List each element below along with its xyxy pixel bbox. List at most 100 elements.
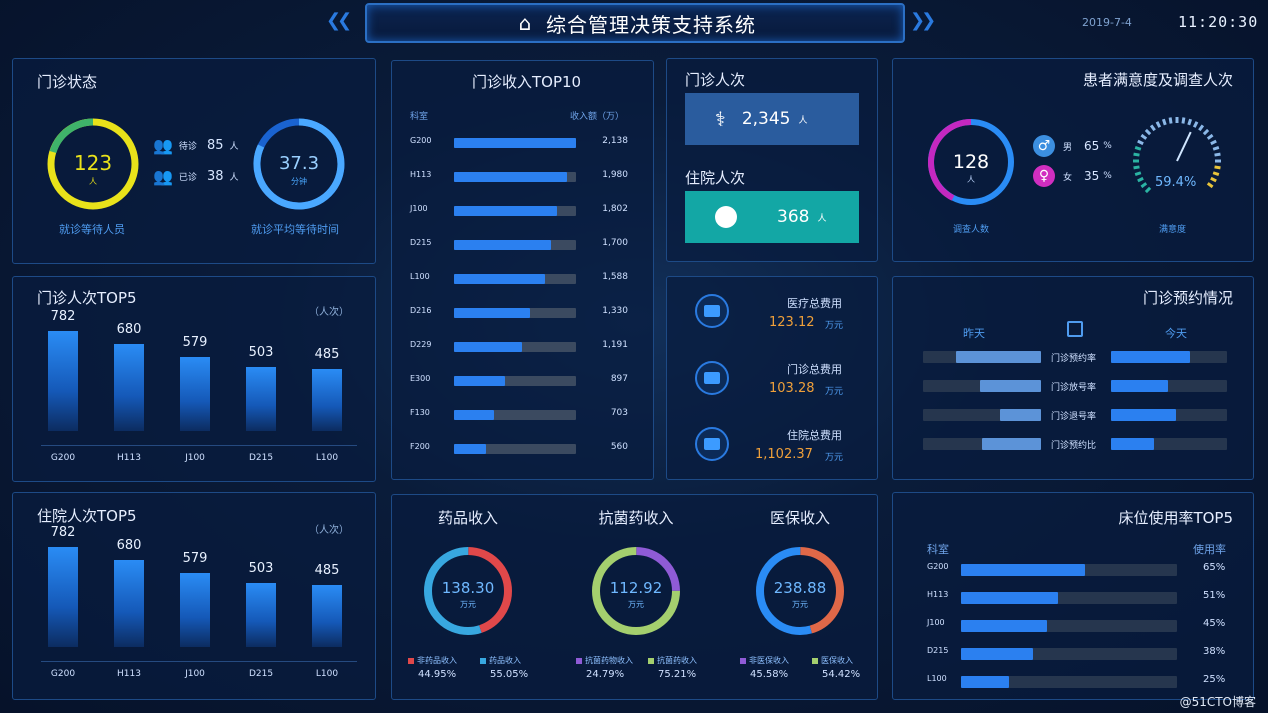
row-value-label: 51% — [1203, 590, 1226, 601]
waiting-label: 就诊等待人员 — [59, 223, 125, 236]
legend-item: 抗菌药收入 — [648, 655, 697, 666]
appt-row-label: 门诊放号率 — [1051, 383, 1097, 393]
bar-value-label: 503 — [248, 344, 274, 360]
avg-wait-ring: 37.3 分钟 — [253, 118, 345, 210]
female-unit: % — [1103, 171, 1112, 181]
bar-category-label: L100 — [315, 453, 339, 463]
bar-track — [454, 240, 576, 250]
waiting-row-unit: 人 — [229, 142, 239, 152]
gauge-tick — [1168, 117, 1173, 124]
bar — [48, 330, 78, 431]
bar — [454, 410, 495, 420]
gauge-tick — [1198, 124, 1205, 132]
bar-track — [961, 564, 1177, 576]
legend-pct: 24.79% — [586, 669, 625, 680]
cost-unit: 万元 — [825, 453, 844, 463]
gauge-tick — [1137, 176, 1144, 183]
cost-unit: 万元 — [825, 321, 844, 331]
row-value-label: 45% — [1203, 618, 1226, 629]
bar — [961, 564, 1085, 576]
revenue-top10-chart: G200 2,138 H113 1,980 J100 1,802 D215 1,700 L100… — [392, 61, 655, 481]
bar — [454, 274, 545, 284]
bar-category-label: D215 — [248, 669, 274, 679]
bar-value-label: 579 — [182, 334, 208, 350]
row-value-label: 25% — [1203, 674, 1226, 685]
gauge-tick — [1202, 128, 1210, 136]
legend-swatch — [576, 657, 582, 664]
gauge-tick — [1133, 152, 1140, 157]
gauge-tick — [1134, 171, 1142, 177]
bar — [246, 366, 276, 431]
home-icon[interactable]: ⌂ — [514, 12, 536, 34]
appointments-chart: 门诊预约率 门诊放号率 门诊退号率 门诊预约比 — [893, 277, 1255, 481]
bar-value-label: 680 — [116, 537, 142, 553]
panel-title: 门诊人次 — [685, 71, 746, 89]
legend-swatch — [812, 657, 818, 664]
row-category-label: D229 — [410, 340, 432, 349]
legend-swatch — [480, 657, 486, 664]
legend-name: 抗菌药物收入 — [585, 656, 633, 665]
gauge-tick — [1181, 117, 1186, 124]
row-value-label: 65% — [1203, 562, 1226, 573]
bar-value-label: 782 — [50, 524, 76, 540]
row-category-label: L100 — [927, 674, 947, 683]
row-category-label: H113 — [410, 170, 432, 179]
gauge-tick — [1155, 121, 1162, 128]
gauge-tick — [1206, 182, 1214, 189]
bar-category-label: D215 — [248, 453, 274, 463]
done-row-value: 38 — [206, 169, 224, 184]
donut-title: 医保收入 — [769, 509, 830, 527]
bar-track — [961, 648, 1177, 660]
row-category-label: L100 — [410, 272, 430, 281]
bar — [454, 376, 506, 386]
clock: 11:20:30 — [1178, 13, 1259, 31]
legend-pct: 54.42% — [822, 669, 861, 680]
legend-pct: 45.58% — [750, 669, 789, 680]
people-icon: 👥 — [153, 136, 173, 155]
bar-track — [454, 172, 576, 182]
header: ❮❮ ⌂ 综合管理决策支持系统 ❯❯ 2019-7-4 11:20:30 — [0, 0, 1268, 48]
gauge-tick — [1133, 165, 1140, 170]
appt-row-label: 门诊退号率 — [1051, 412, 1097, 422]
female-row: ♀ 女 35 % — [1033, 165, 1112, 187]
yesterday-track — [923, 438, 1041, 450]
legend-item: 非药品收入 — [408, 655, 457, 666]
bar-track — [454, 138, 576, 148]
bar-track — [454, 206, 576, 216]
avg-wait-value: 37.3 — [279, 153, 319, 174]
inpatients-box: 368 人 — [685, 191, 859, 243]
legend-item: 抗菌药物收入 — [576, 655, 633, 666]
yesterday-bar — [999, 409, 1041, 421]
survey-count: 128 — [953, 151, 989, 173]
chevron-right-icon: ❯❯ — [910, 10, 936, 31]
donut-unit: 万元 — [628, 600, 644, 609]
bar — [180, 356, 210, 431]
bar — [48, 546, 78, 647]
bar-category-label: L100 — [315, 669, 339, 679]
legend-swatch — [648, 657, 654, 664]
page-title: 综合管理决策支持系统 — [546, 12, 756, 37]
done-row-label: 已诊 — [178, 173, 197, 183]
gauge-tick — [1212, 171, 1220, 177]
row-category-label: D215 — [927, 646, 949, 655]
bar-value-label: 485 — [314, 562, 340, 578]
yesterday-bar — [979, 380, 1041, 392]
bar — [114, 343, 144, 431]
donut-value: 112.92 — [609, 579, 663, 597]
male-value: 65 — [1084, 139, 1100, 153]
visits-value: 2,345 — [741, 109, 791, 129]
survey-label: 调查人数 — [953, 225, 990, 235]
inpatients-unit: 人 — [817, 213, 827, 224]
coin-icon — [695, 361, 729, 395]
bar-track — [961, 676, 1177, 688]
today-bar — [1111, 438, 1154, 450]
cost-label: 医疗总费用 — [787, 297, 842, 310]
bar-value-label: 680 — [116, 321, 142, 337]
bar — [454, 342, 522, 352]
row-value-label: 1,802 — [602, 204, 628, 214]
yesterday-track — [923, 380, 1041, 392]
bed-top5-chart: G200 65% H113 51% J100 45% D215 38% L100 25% — [893, 493, 1255, 701]
gauge-tick — [1140, 182, 1148, 189]
row-category-label: D215 — [410, 238, 432, 247]
bar-track — [454, 274, 576, 284]
